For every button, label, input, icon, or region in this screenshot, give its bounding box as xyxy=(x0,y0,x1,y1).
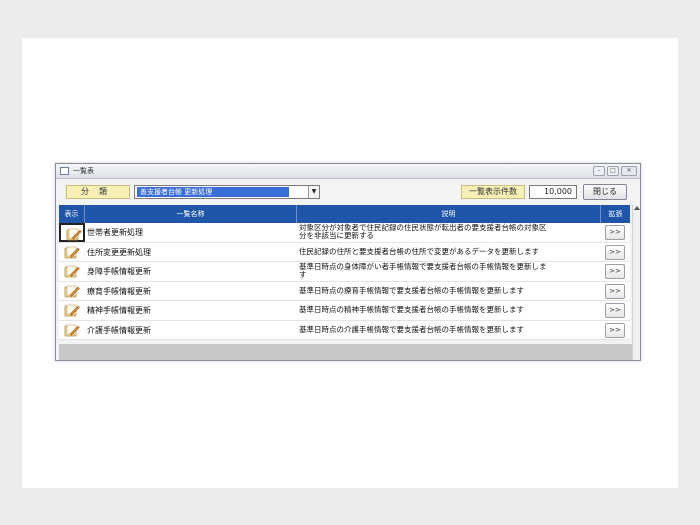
row-ext-cell: >> xyxy=(601,282,630,301)
row-description-line1: 基準日時点の介護手帳情報で要支援者台帳の手帳情報を更新します xyxy=(299,324,524,334)
document-edit-icon xyxy=(64,285,80,297)
category-select[interactable]: 善支援者台帳 更新処理 ▼ xyxy=(134,185,320,199)
row-show-cell[interactable] xyxy=(59,282,85,301)
scroll-up-icon[interactable] xyxy=(634,206,640,210)
expand-button[interactable]: >> xyxy=(605,322,625,338)
row-description-line2: す xyxy=(299,270,307,280)
row-name: 介護手帳情報更新 xyxy=(87,325,151,335)
row-ext-cell: >> xyxy=(601,223,630,242)
row-description: 基準日時点の介護手帳情報で要支援者台帳の手帳情報を更新します xyxy=(297,321,601,340)
table-row[interactable]: 住所変更更新処理 住民記録の住所と要支援者台帳の住所で変更があるデータを更新します… xyxy=(59,242,630,262)
dropdown-arrow-icon[interactable]: ▼ xyxy=(308,186,319,198)
header-show: 表示 xyxy=(59,205,85,223)
window-close-button[interactable]: ✕ xyxy=(621,166,637,176)
document-edit-icon xyxy=(66,228,82,241)
list-window: 一覧表 – □ ✕ 分類 善支援者台帳 更新処理 ▼ 一覧表示件数 10,000… xyxy=(55,163,641,361)
row-description: 基準日時点の身体障がい者手帳情報で要支援者台帳の手帳情報を更新します xyxy=(297,262,601,281)
expand-button[interactable]: >> xyxy=(605,264,625,279)
row-description-line1: 基準日時点の身体障がい者手帳情報で要支援者台帳の手帳情報を更新しま xyxy=(299,262,547,272)
expand-button[interactable]: >> xyxy=(605,283,625,299)
document-edit-icon xyxy=(64,265,80,278)
category-selected-value: 善支援者台帳 更新処理 xyxy=(137,187,289,197)
minimize-button[interactable]: – xyxy=(593,166,605,176)
vertical-scrollbar[interactable] xyxy=(632,205,640,360)
row-description: 基準日時点の精神手帳情報で要支援者台帳の手帳情報を更新します xyxy=(297,301,601,320)
row-description: 基準日時点の療育手帳情報で要支援者台帳の手帳情報を更新します xyxy=(297,282,601,301)
grid-header: 表示 一覧名称 説明 拡張 xyxy=(59,205,630,223)
row-name: 身障手帳情報更新 xyxy=(87,267,151,276)
row-name: 精神手帳情報更新 xyxy=(87,306,151,315)
list-grid: 表示 一覧名称 説明 拡張 世帯者更新処理 対象区分が対象者で住民記録の住民状態が… xyxy=(59,205,630,340)
count-label: 一覧表示件数 xyxy=(461,185,525,199)
filter-bar: 分類 善支援者台帳 更新処理 ▼ 一覧表示件数 10,000 閉じる xyxy=(56,180,640,204)
row-description-line2: 分を非該当に更新する xyxy=(299,231,374,241)
row-description: 対象区分が対象者で住民記録の住民状態が転出者の要支援者台帳の対象区 分を非該当に更… xyxy=(297,223,601,242)
document-edit-icon xyxy=(64,304,80,317)
row-ext-cell: >> xyxy=(601,301,630,320)
row-show-cell[interactable] xyxy=(59,262,85,281)
close-button[interactable]: 閉じる xyxy=(583,184,627,200)
row-description: 住民記録の住所と要支援者台帳の住所で変更があるデータを更新します xyxy=(297,243,601,262)
table-row[interactable]: 介護手帳情報更新 基準日時点の介護手帳情報で要支援者台帳の手帳情報を更新します >> xyxy=(59,320,630,340)
expand-button[interactable]: >> xyxy=(605,225,625,240)
expand-button[interactable]: >> xyxy=(605,303,625,318)
title-bar[interactable]: 一覧表 – □ ✕ xyxy=(56,164,640,179)
row-name: 世帯者更新処理 xyxy=(87,228,143,237)
table-row[interactable]: 精神手帳情報更新 基準日時点の精神手帳情報で要支援者台帳の手帳情報を更新します >> xyxy=(59,301,630,321)
row-show-cell[interactable] xyxy=(59,321,85,340)
header-desc: 説明 xyxy=(297,205,601,223)
table-row[interactable]: 身障手帳情報更新 基準日時点の身体障がい者手帳情報で要支援者台帳の手帳情報を更新し… xyxy=(59,262,630,282)
document-edit-icon xyxy=(64,324,80,336)
window-title: 一覧表 xyxy=(73,167,94,175)
row-description-line1: 住民記録の住所と要支援者台帳の住所で変更があるデータを更新します xyxy=(299,246,539,256)
document-edit-icon xyxy=(64,246,80,258)
row-ext-cell: >> xyxy=(601,321,630,340)
row-description-line1: 基準日時点の療育手帳情報で要支援者台帳の手帳情報を更新します xyxy=(299,285,524,295)
window-icon xyxy=(60,167,69,175)
maximize-button[interactable]: □ xyxy=(607,166,619,176)
row-name: 療育手帳情報更新 xyxy=(87,286,151,296)
category-label: 分類 xyxy=(66,185,130,199)
expand-button[interactable]: >> xyxy=(605,244,625,260)
header-name: 一覧名称 xyxy=(85,205,297,223)
grid-rows: 世帯者更新処理 対象区分が対象者で住民記録の住民状態が転出者の要支援者台帳の対象区… xyxy=(59,223,630,340)
table-row[interactable]: 世帯者更新処理 対象区分が対象者で住民記録の住民状態が転出者の要支援者台帳の対象区… xyxy=(59,223,630,243)
row-show-cell[interactable] xyxy=(59,243,85,262)
count-input[interactable]: 10,000 xyxy=(529,185,577,199)
row-ext-cell: >> xyxy=(601,262,630,281)
header-ext: 拡張 xyxy=(608,210,623,218)
row-ext-cell: >> xyxy=(601,243,630,262)
row-description-line1: 基準日時点の精神手帳情報で要支援者台帳の手帳情報を更新します xyxy=(299,305,524,315)
row-show-cell[interactable] xyxy=(59,301,85,320)
grid-empty-area xyxy=(59,344,632,360)
row-show-cell[interactable] xyxy=(59,223,85,242)
row-name: 住所変更更新処理 xyxy=(87,247,151,257)
table-row[interactable]: 療育手帳情報更新 基準日時点の療育手帳情報で要支援者台帳の手帳情報を更新します >> xyxy=(59,281,630,301)
